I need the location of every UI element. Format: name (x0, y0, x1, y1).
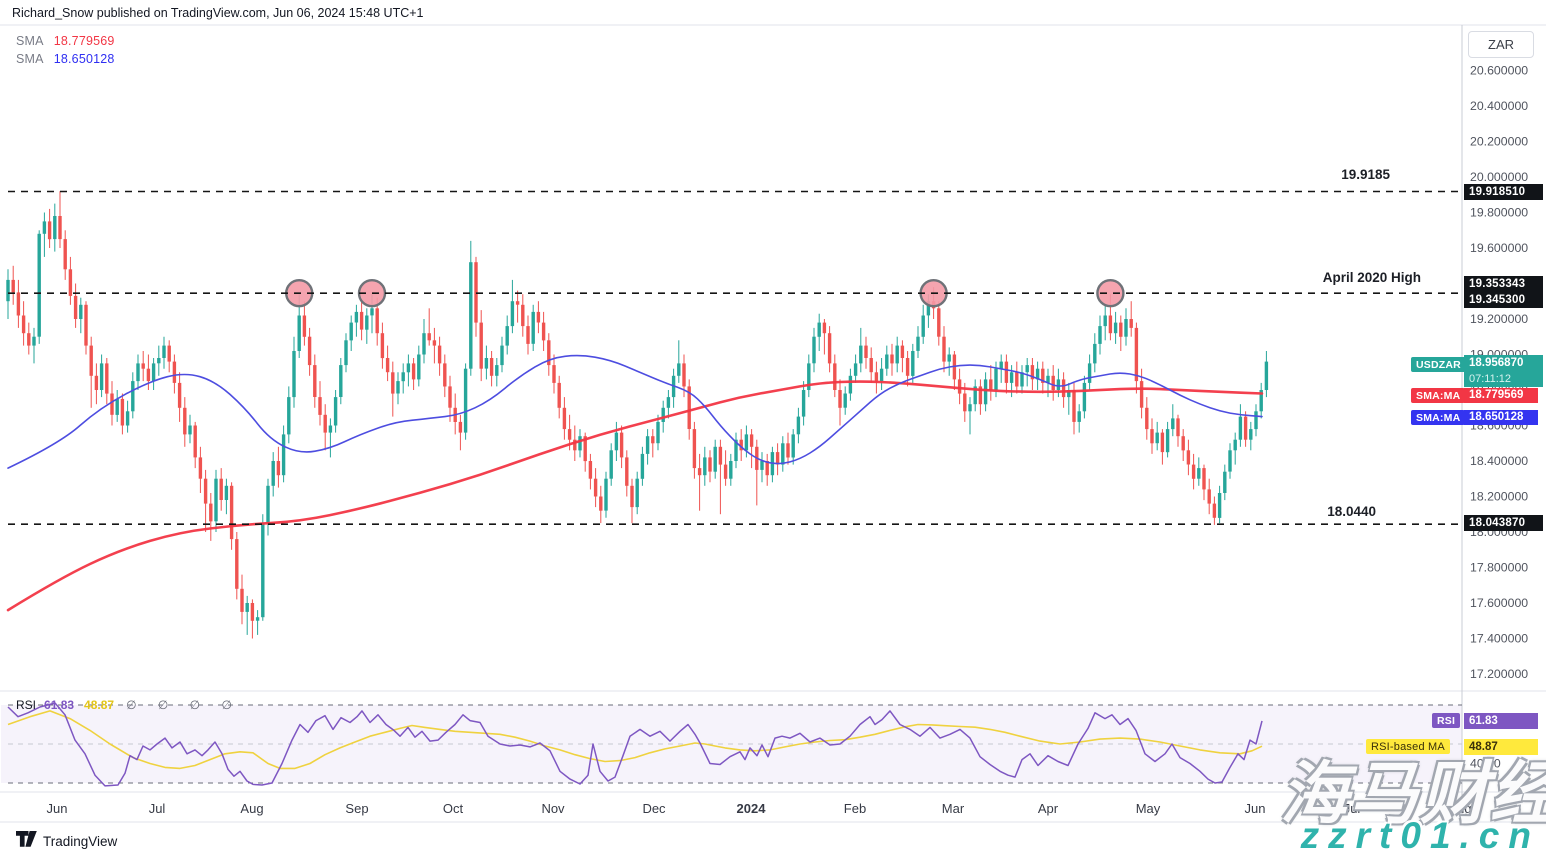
level-label-19-9185: 19.9185 (1341, 167, 1390, 182)
price-tick-label: 19.600000 (1470, 241, 1528, 255)
price-tick-label: 19.800000 (1470, 206, 1528, 220)
time-axis-label[interactable]: Oct (443, 801, 464, 816)
sma-label: SMA (16, 34, 44, 48)
sma-red-price-badge: 18.779569 (1464, 388, 1538, 403)
time-axis-label[interactable]: Nov (541, 801, 565, 816)
price-tick-label: 17.600000 (1470, 596, 1528, 610)
sma-legend-red[interactable]: SMA 18.779569 (16, 34, 115, 48)
sma-value-blue: 18.650128 (54, 52, 115, 66)
time-axis-label[interactable]: Jul (149, 801, 166, 816)
rsi-legend[interactable]: RSI 61.83 48.87 ∅ ∅ ∅ ∅ (16, 698, 241, 712)
time-axis-label[interactable]: Mar (942, 801, 965, 816)
sma-blue-tag: SMA:MA (1411, 410, 1465, 425)
published-byline: Richard_Snow published on TradingView.co… (12, 6, 424, 20)
symbol-price-tag: USDZAR (1411, 357, 1466, 372)
bar-countdown: 07:11:12 (1469, 371, 1543, 387)
time-axis-label[interactable]: 2024 (737, 801, 767, 816)
tradingview-published-chart: { "header": { "byline": "Richard_Snow pu… (0, 0, 1546, 857)
sma-label: SMA (16, 52, 44, 66)
time-axis-label[interactable]: Aug (240, 801, 263, 816)
time-axis-label[interactable]: Dec (642, 801, 666, 816)
watermark-url: zzrt01.cn (1301, 815, 1540, 857)
level-label-18-0440: 18.0440 (1327, 504, 1376, 519)
last-price-badge: 18.956870 07:11:12 (1464, 355, 1543, 387)
price-tick-label: 17.800000 (1470, 561, 1528, 575)
price-tick-label: 18.200000 (1470, 490, 1528, 504)
price-tick-label: 20.600000 (1470, 64, 1528, 78)
rsi-legend-value: 61.83 (44, 698, 74, 712)
price-tick-label: 20.000000 (1470, 170, 1528, 184)
time-axis-label[interactable]: Apr (1038, 801, 1059, 816)
price-tick-label: 20.200000 (1470, 135, 1528, 149)
price-tick-label: 17.200000 (1470, 667, 1528, 681)
rsi-tag: RSI (1432, 713, 1460, 728)
price-tick-label: 20.400000 (1470, 99, 1528, 113)
time-axis-label[interactable]: May (1136, 801, 1161, 816)
price-badge-19353343: 19.353343 (1464, 276, 1543, 292)
price-tick-label: 19.200000 (1470, 312, 1528, 326)
price-badge-18043870: 18.043870 (1464, 515, 1543, 531)
sma-value-red: 18.779569 (54, 34, 115, 48)
currency-scale-button[interactable]: ZAR (1468, 31, 1534, 58)
price-badge-19345300: 19.345300 (1464, 292, 1543, 308)
rsi-legend-icons[interactable]: ∅ ∅ ∅ ∅ (126, 698, 241, 712)
sma-blue-price-badge: 18.650128 (1464, 410, 1538, 425)
time-axis-label[interactable]: Jun (47, 801, 68, 816)
rsi-legend-label: RSI (16, 698, 36, 712)
time-axis-label[interactable]: Sep (345, 801, 368, 816)
tradingview-logo-text: TradingView (43, 834, 117, 849)
time-axis-label[interactable]: Feb (844, 801, 866, 816)
time-axis-label[interactable]: Jun (1245, 801, 1266, 816)
price-tick-label: 17.400000 (1470, 632, 1528, 646)
level-label-april-2020-high: April 2020 High (1323, 270, 1421, 285)
tradingview-logo-icon (16, 831, 37, 852)
sma-red-tag: SMA:MA (1411, 388, 1465, 403)
candles-layer (6, 191, 1268, 638)
price-badge-19918510: 19.918510 (1464, 184, 1543, 200)
tradingview-logo[interactable]: TradingView (16, 831, 117, 852)
price-tick-label: 18.400000 (1470, 454, 1528, 468)
sma-legend-blue[interactable]: SMA 18.650128 (16, 52, 115, 66)
rsi-value-badge: 61.83 (1464, 713, 1538, 729)
price-chart-svg[interactable]: 20.600000 20.400000 20.200000 20.000000 19.8… (0, 0, 1546, 857)
last-price-value: 18.956870 (1469, 355, 1543, 371)
rsi-ma-legend-value: 48.87 (84, 698, 114, 712)
